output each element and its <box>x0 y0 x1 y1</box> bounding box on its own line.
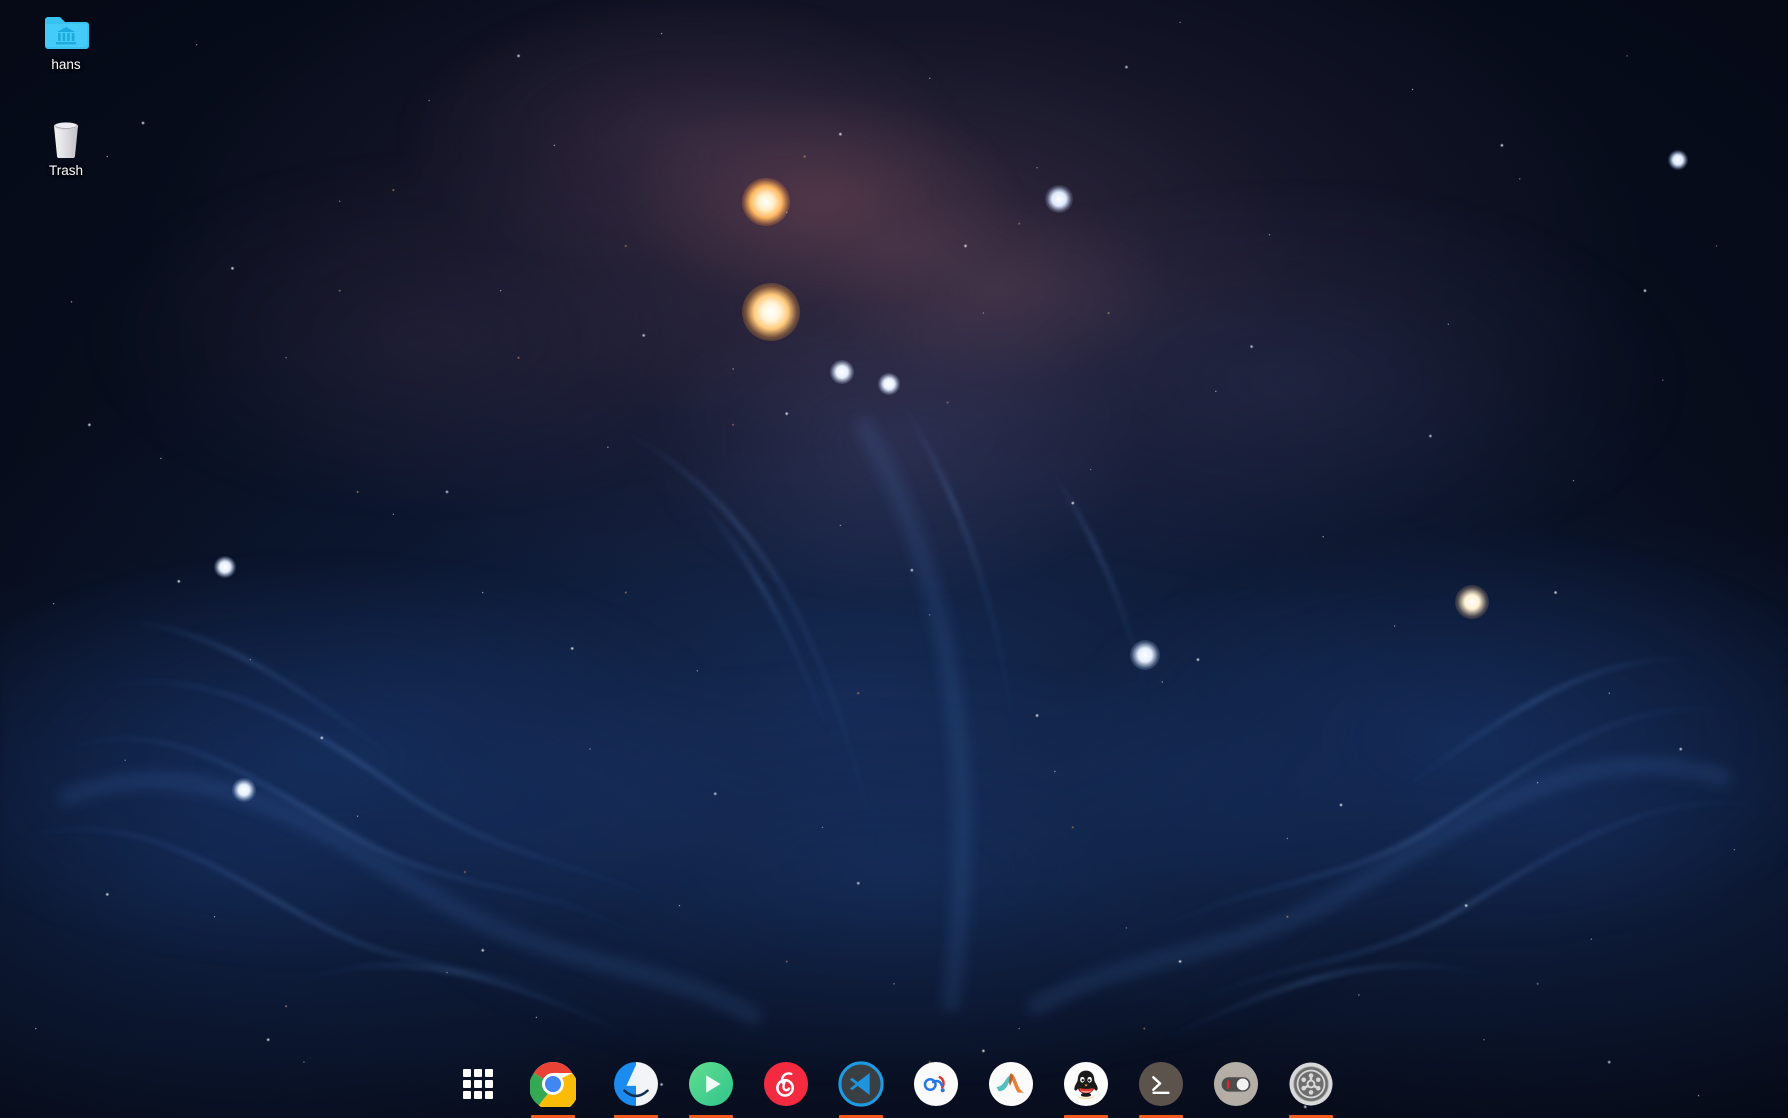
desktop-icon-hans[interactable]: hans <box>24 6 108 73</box>
dock-item-switch-tool[interactable] <box>1198 1054 1273 1118</box>
bright-star-bottom-left <box>232 778 256 802</box>
dock-item-vscode[interactable] <box>823 1054 898 1118</box>
bright-star-lower-center <box>1130 640 1160 670</box>
desktop-root[interactable]: hans Trash <box>0 0 1788 1118</box>
wallpaper-blue-filaments <box>0 0 1788 1118</box>
dock[interactable] <box>0 1046 1788 1118</box>
dock-item-terminal[interactable] <box>1123 1054 1198 1118</box>
dock-item-launcher[interactable] <box>440 1054 515 1118</box>
bright-star-mid-right <box>878 373 900 395</box>
desktop-icon-label: hans <box>51 57 81 72</box>
wallpaper-stars-medium <box>0 0 1788 1118</box>
bright-star-mid-left <box>830 360 854 384</box>
wallpaper-base-gradient <box>0 0 1788 1118</box>
bright-star-low-left <box>214 556 236 578</box>
dock-item-media-player[interactable] <box>673 1054 748 1118</box>
bright-star-left <box>1045 185 1073 213</box>
baidu-netdisk-icon <box>913 1061 958 1107</box>
terminal-prompt-icon <box>1138 1061 1183 1107</box>
desktop-icon-label: Trash <box>48 163 83 178</box>
grid-apps-icon <box>462 1069 493 1099</box>
dock-item-baidu-netdisk[interactable] <box>898 1054 973 1118</box>
matlab-icon <box>988 1061 1033 1107</box>
bright-star-core <box>742 283 800 341</box>
dock-item-qq[interactable] <box>1048 1054 1123 1118</box>
chrome-icon <box>529 1061 576 1107</box>
dock-item-google-chrome[interactable] <box>515 1054 590 1118</box>
bright-star-far-right <box>1668 150 1688 170</box>
folder-bank-icon <box>24 6 108 54</box>
dock-item-netease-music[interactable] <box>748 1054 823 1118</box>
bright-star-right <box>1455 585 1489 619</box>
qq-penguin-icon <box>1063 1061 1108 1107</box>
vscode-icon <box>837 1061 884 1107</box>
dock-item-matlab[interactable] <box>973 1054 1048 1118</box>
trash-can-icon <box>24 112 108 160</box>
toggle-switch-icon <box>1213 1061 1258 1107</box>
wallpaper-nebula-clouds <box>0 0 1788 1118</box>
desktop-icon-trash[interactable]: Trash <box>24 112 108 179</box>
play-circle-icon <box>688 1061 733 1107</box>
wallpaper-stars-small <box>0 0 1788 1118</box>
finder-face-icon <box>612 1061 659 1107</box>
netease-music-icon <box>763 1061 808 1107</box>
bright-star-upper <box>742 178 790 226</box>
gear-icon <box>1288 1062 1333 1106</box>
dock-item-settings[interactable] <box>1273 1054 1348 1118</box>
dock-item-files[interactable] <box>598 1054 673 1118</box>
wallpaper-stars-warm <box>0 0 1788 1118</box>
